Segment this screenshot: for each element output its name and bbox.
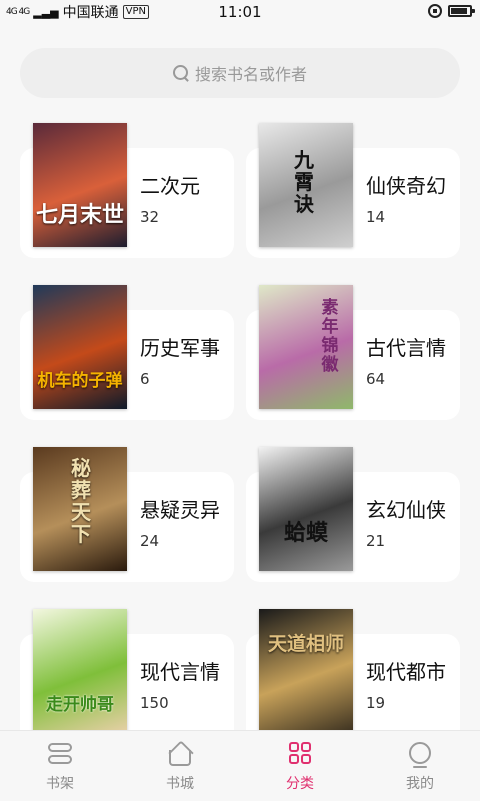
- nav-label: 书城: [166, 776, 194, 792]
- cover-title-text: 蛤蟆: [283, 521, 328, 546]
- category-book-count: 19: [366, 694, 386, 712]
- cover-title-text: 七月末世: [35, 203, 124, 228]
- nav-profile[interactable]: 我的: [360, 731, 480, 801]
- category-name: 玄幻仙侠: [366, 498, 446, 522]
- nav-label: 书架: [46, 776, 74, 792]
- bookstore-icon: [166, 741, 194, 767]
- category-card[interactable]: 七月末世 二次元 32: [20, 123, 234, 258]
- cover-title-text: 九霄诀: [294, 148, 314, 216]
- category-book-count: 21: [366, 532, 386, 550]
- category-card[interactable]: 九霄诀 仙侠奇幻 14: [246, 123, 460, 258]
- cover-title-text: 素年锦徽: [321, 298, 339, 375]
- category-card[interactable]: 素年锦徽 古代言情 64: [246, 285, 460, 420]
- book-cover-image: 七月末世: [33, 123, 127, 247]
- rotation-lock-icon: [428, 4, 442, 18]
- nav-category[interactable]: 分类: [240, 731, 360, 801]
- category-card[interactable]: 机车的子弹 历史军事 6: [20, 285, 234, 420]
- nav-bookstore[interactable]: 书城: [120, 731, 240, 801]
- search-bar[interactable]: 搜索书名或作者: [20, 48, 460, 98]
- bottom-nav: 书架 书城 分类 我的: [0, 730, 480, 801]
- status-bar: 4G 4G ▂▃▅ 中国联通 VPN 11:01: [0, 0, 480, 24]
- category-card[interactable]: 天道相师 现代都市 19: [246, 609, 460, 744]
- category-name: 历史军事: [140, 336, 220, 360]
- book-cover-image: 素年锦徽: [259, 285, 353, 409]
- book-cover-image: 天道相师: [259, 609, 353, 733]
- book-cover-image: 走开帅哥: [33, 609, 127, 733]
- category-card[interactable]: 走开帅哥 现代言情 150: [20, 609, 234, 744]
- category-name: 悬疑灵异: [140, 498, 220, 522]
- cover-title-text: 机车的子弹: [37, 371, 123, 391]
- book-cover-image: 九霄诀: [259, 123, 353, 247]
- battery-icon: [448, 5, 475, 17]
- book-cover-image: 机车的子弹: [33, 285, 127, 409]
- category-name: 仙侠奇幻: [366, 174, 446, 198]
- nav-label: 分类: [286, 776, 314, 792]
- category-name: 现代言情: [140, 660, 220, 684]
- category-book-count: 14: [366, 208, 386, 226]
- cover-title-text: 天道相师: [267, 633, 344, 655]
- category-book-count: 6: [140, 370, 150, 388]
- category-name: 二次元: [140, 174, 200, 198]
- category-card[interactable]: 蛤蟆 玄幻仙侠 21: [246, 447, 460, 582]
- search-icon: [172, 65, 189, 81]
- category-book-count: 64: [366, 370, 386, 388]
- book-cover-image: 秘葬天下: [33, 447, 127, 571]
- category-name: 古代言情: [366, 336, 446, 360]
- nav-bookshelf[interactable]: 书架: [0, 731, 120, 801]
- category-card[interactable]: 秘葬天下 悬疑灵异 24: [20, 447, 234, 582]
- status-right: [428, 4, 475, 18]
- category-icon: [286, 741, 314, 767]
- bookshelf-icon: [46, 741, 74, 767]
- cover-title-text: 走开帅哥: [46, 695, 114, 715]
- category-book-count: 24: [140, 532, 160, 550]
- cover-title-text: 秘葬天下: [71, 456, 91, 546]
- category-name: 现代都市: [366, 660, 446, 684]
- category-book-count: 32: [140, 208, 160, 226]
- search-placeholder: 搜索书名或作者: [194, 65, 307, 84]
- status-time: 11:01: [218, 3, 262, 21]
- profile-icon: [406, 741, 434, 768]
- book-cover-image: 蛤蟆: [259, 447, 353, 571]
- category-book-count: 150: [140, 694, 169, 712]
- nav-label: 我的: [406, 776, 434, 792]
- battery-level-fill: [451, 8, 468, 14]
